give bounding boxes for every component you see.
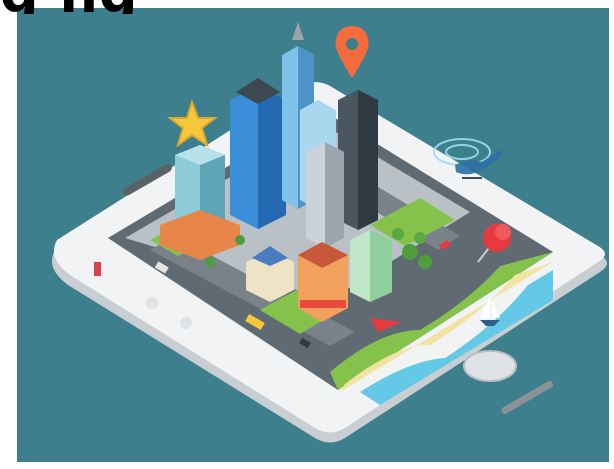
illustration	[0, 0, 614, 469]
home-button[interactable]	[463, 350, 517, 382]
cropped-title-text: g ng	[0, 0, 614, 14]
